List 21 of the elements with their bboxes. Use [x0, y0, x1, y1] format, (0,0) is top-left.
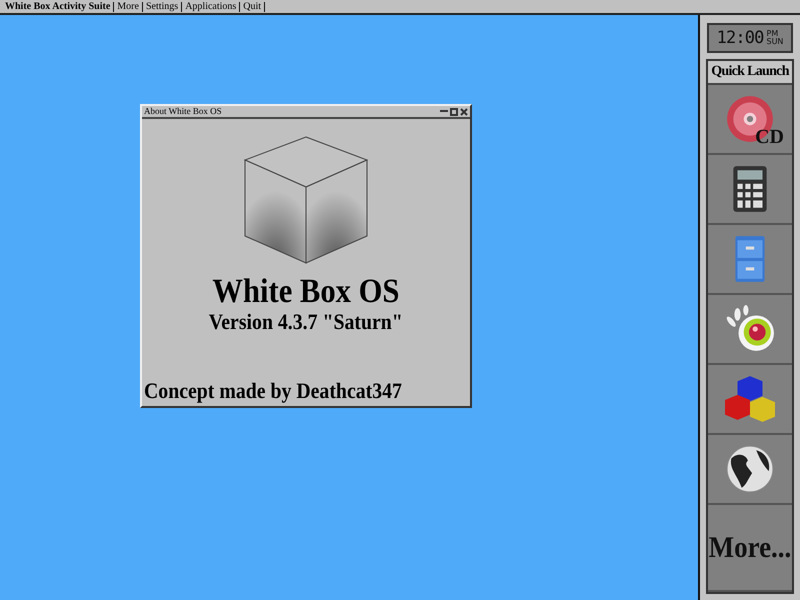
menu-item[interactable]: Settings	[142, 2, 182, 12]
globe-icon	[725, 444, 775, 494]
cubes-icon	[725, 374, 775, 424]
close-icon[interactable]	[460, 108, 468, 116]
disc-label: CD	[755, 127, 784, 147]
menu-item[interactable]: More	[114, 2, 143, 12]
eye-icon	[725, 304, 775, 354]
maximize-icon[interactable]	[450, 108, 458, 116]
panel-title: Quick Launch	[708, 61, 792, 85]
version-text: Version 4.3.7 "Saturn"	[209, 311, 403, 333]
clock-meridiem: PM	[766, 30, 780, 38]
clock-day: SUN	[766, 38, 784, 46]
menu-item[interactable]: White Box Activity Suite	[2, 2, 114, 12]
window-title: About White Box OS	[144, 107, 223, 116]
menu-item[interactable]: Applications	[182, 2, 240, 12]
launch-tile[interactable]: CD	[708, 85, 792, 155]
launch-tile[interactable]: More...	[708, 505, 792, 592]
product-name: White Box OS	[212, 275, 400, 309]
clock-time: 12:00	[716, 30, 764, 46]
credit-text: Concept made by Deathcat347	[144, 380, 402, 402]
menu-item[interactable]: Quit	[240, 2, 266, 12]
